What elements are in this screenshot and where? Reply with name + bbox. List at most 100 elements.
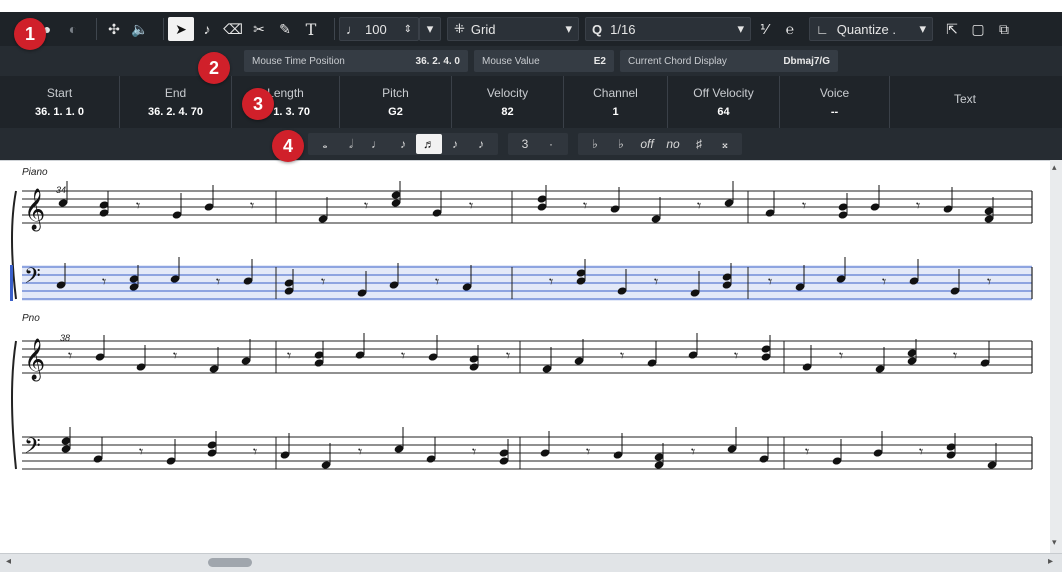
callout-badge: 4: [272, 130, 304, 162]
rest-icon: 𝄾: [321, 272, 325, 291]
erase-tool-icon[interactable]: ⌫: [220, 17, 246, 41]
system-brace: [11, 340, 17, 470]
active-staff-marker: [10, 265, 13, 301]
prop-velocity[interactable]: Velocity 82: [452, 76, 564, 128]
rest-icon: 𝄾: [916, 196, 920, 215]
stepper-icon[interactable]: ⇕: [404, 24, 412, 35]
chevron-up-icon[interactable]: ▴: [1052, 162, 1057, 173]
move-insert-icon[interactable]: ✣: [101, 17, 127, 41]
note-value-group: 𝅝 𝅗𝅥 ♩ ♪ ♬ ♪ ♪: [308, 133, 498, 155]
score-display[interactable]: Piano 34 Pno 38 𝄞 𝄾 𝄾 𝄾 𝄾 𝄾 𝄾 𝄾 𝄾 𝄢 𝄾 𝄾 𝄾 𝄾 𝄾 𝄾 𝄾 𝄾 𝄾 𝄞 𝄾 𝄾 𝄾 𝄾…: [0, 160, 1050, 554]
whole-note-icon[interactable]: 𝅝: [312, 134, 338, 154]
flat-icon[interactable]: ♭: [608, 134, 634, 154]
prop-value[interactable]: G2: [388, 106, 403, 118]
prop-value[interactable]: 64: [717, 106, 729, 118]
chevron-down-icon[interactable]: ▾: [1052, 537, 1057, 548]
rest-icon: 𝄾: [68, 346, 72, 365]
double-sharp-icon[interactable]: 𝄪: [712, 134, 738, 154]
rest-icon: 𝄾: [216, 272, 220, 291]
treble-clef-icon: 𝄞: [24, 188, 45, 231]
rest-icon: 𝄾: [654, 272, 658, 291]
rest-icon: 𝄾: [768, 272, 772, 291]
prop-label: Text: [953, 92, 976, 106]
quantize-presets-select[interactable]: Q 1/16 ▾: [585, 17, 751, 41]
snap-type-select[interactable]: ⁜ Grid ▾: [447, 17, 579, 41]
step-input-icon[interactable]: ◐: [60, 17, 86, 41]
prop-value[interactable]: 82: [501, 106, 513, 118]
accidental-no-button[interactable]: no: [660, 134, 686, 154]
snap-icon: ⁜: [454, 21, 465, 36]
sixty-fourth-note-icon[interactable]: ♪: [468, 134, 494, 154]
setup-window-icon[interactable]: ⧉: [991, 17, 1017, 41]
prop-channel[interactable]: Channel 1: [564, 76, 668, 128]
eighth-note-icon[interactable]: ♪: [390, 134, 416, 154]
scrollbar-thumb[interactable]: [208, 558, 252, 567]
horizontal-scrollbar[interactable]: ◂ ▸: [0, 553, 1062, 572]
chevron-down-icon: ▾: [919, 21, 926, 36]
rest-icon: 𝄾: [953, 346, 957, 365]
mouse-value: Mouse Value E2: [474, 50, 614, 72]
object-selection-tool-icon[interactable]: ➤: [168, 17, 194, 41]
mouse-time-value: 36. 2. 4. 0: [415, 55, 460, 67]
rest-icon: 𝄾: [583, 196, 587, 215]
sharp-icon[interactable]: ♯: [686, 134, 712, 154]
double-flat-icon[interactable]: ♭: [582, 134, 608, 154]
velocity-dropdown-button[interactable]: ▾: [419, 17, 441, 41]
notation-canvas[interactable]: 𝄞 𝄾 𝄾 𝄾 𝄾 𝄾 𝄾 𝄾 𝄾 𝄢 𝄾 𝄾 𝄾 𝄾 𝄾 𝄾 𝄾 𝄾 𝄾 𝄞 𝄾 𝄾 𝄾 𝄾 𝄾 𝄾 𝄾 𝄾 𝄾 𝄢 𝄾 𝄾 𝄾 𝄾 𝄾 𝄾 𝄾 𝄾: [0, 161, 1050, 554]
prop-text[interactable]: Text: [890, 76, 1040, 128]
tuplet-quantize-icon[interactable]: ⅟: [751, 17, 777, 41]
window-layout-icon[interactable]: ▢: [965, 17, 991, 41]
rest-icon: 𝄾: [549, 272, 553, 291]
rest-icon: 𝄾: [472, 442, 476, 461]
prop-label: End: [164, 86, 187, 100]
prop-value[interactable]: 1: [612, 106, 618, 118]
prop-value[interactable]: 36. 1. 1. 0: [35, 106, 84, 118]
info-line: Mouse Time Position 36. 2. 4. 0 Mouse Va…: [0, 46, 1062, 76]
rest-icon: 𝄾: [253, 442, 257, 461]
chevron-right-icon[interactable]: ▸: [1048, 556, 1053, 567]
thirty-second-note-icon[interactable]: ♪: [442, 134, 468, 154]
prop-label: Velocity: [486, 86, 529, 100]
chevron-down-icon: ▾: [565, 21, 572, 36]
prop-pitch[interactable]: Pitch G2: [340, 76, 452, 128]
tuplet-button[interactable]: 3: [512, 134, 538, 154]
prop-label: Pitch: [382, 86, 409, 100]
mouse-value-label: Mouse Value: [482, 55, 540, 67]
prop-voice[interactable]: Voice --: [780, 76, 890, 128]
rest-icon: 𝄾: [139, 442, 143, 461]
vertical-scrollbar[interactable]: ▴ ▾: [1050, 160, 1062, 553]
chord-value: Dbmaj7/G: [783, 55, 830, 67]
cut-tool-icon[interactable]: ✂: [246, 17, 272, 41]
quantize-icon: Q: [592, 21, 603, 37]
acoustic-feedback-icon[interactable]: 🔈: [127, 17, 153, 41]
length-quantize-value: Quantize .: [836, 21, 896, 37]
rest-icon: 𝄾: [882, 272, 886, 291]
prop-value[interactable]: 36. 2. 4. 70: [148, 106, 203, 118]
chevron-left-icon[interactable]: ◂: [6, 556, 11, 567]
chord-label: Current Chord Display: [628, 55, 727, 67]
collapse-icon[interactable]: ⇱: [939, 17, 965, 41]
length-quantize-select[interactable]: ∟ Quantize . ▾: [809, 17, 933, 41]
prop-value[interactable]: --: [831, 106, 838, 118]
prop-label: Start: [46, 86, 73, 100]
mouse-time-position: Mouse Time Position 36. 2. 4. 0: [244, 50, 468, 72]
accidental-off-button[interactable]: off: [634, 134, 660, 154]
quarter-note-icon[interactable]: ♩: [364, 134, 390, 154]
dotted-note-icon[interactable]: ·: [538, 134, 564, 154]
prop-off-velocity[interactable]: Off Velocity 64: [668, 76, 780, 128]
insert-note-tool-icon[interactable]: ♪: [194, 17, 220, 41]
rest-icon: 𝄾: [620, 346, 624, 365]
glue-tool-icon[interactable]: ✎: [272, 17, 298, 41]
insert-velocity-field[interactable]: ♩ 100 ⇕: [339, 17, 419, 41]
half-note-icon[interactable]: 𝅗𝅥: [338, 134, 364, 154]
prop-label: Off Velocity: [693, 86, 754, 100]
rest-icon: 𝄾: [919, 442, 923, 461]
length-icon: ∟: [816, 21, 829, 37]
rest-icon: 𝄾: [586, 442, 590, 461]
prop-start[interactable]: Start 36. 1. 1. 0: [0, 76, 120, 128]
rest-icon: 𝄾: [136, 196, 140, 215]
length-quantize-icon[interactable]: ℮: [777, 17, 803, 41]
rest-icon: 𝄾: [987, 272, 991, 291]
sixteenth-note-icon[interactable]: ♬: [416, 134, 442, 154]
text-tool-icon[interactable]: T: [298, 17, 324, 41]
